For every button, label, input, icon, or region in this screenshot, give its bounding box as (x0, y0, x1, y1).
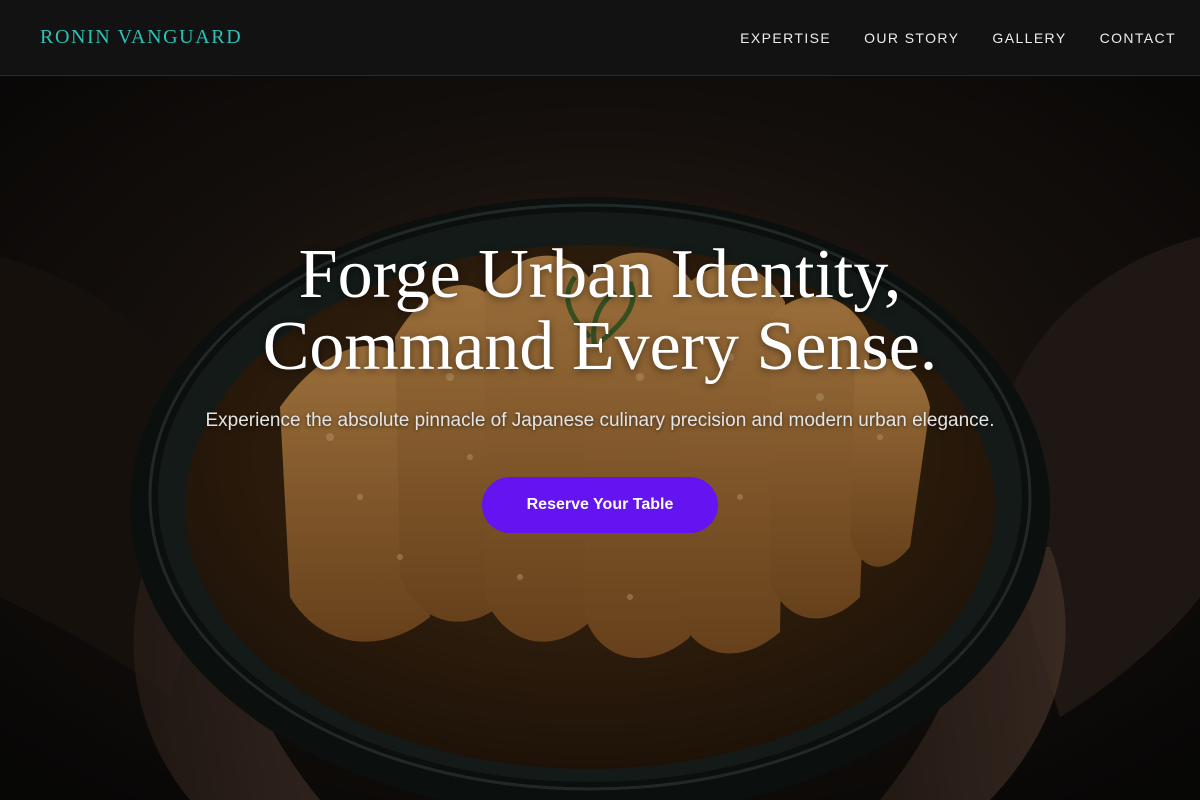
hero-headline-line-2: Command Every Sense. (262, 308, 938, 385)
hero-headline: Forge Urban Identity, Command Every Sens… (0, 239, 1200, 383)
main-nav: EXPERTISE OUR STORY GALLERY CONTACT (740, 30, 1176, 46)
brand-logo[interactable]: RONIN VANGUARD (40, 26, 242, 49)
hero-content: Forge Urban Identity, Command Every Sens… (0, 239, 1200, 533)
hero-section: Forge Urban Identity, Command Every Sens… (0, 77, 1200, 800)
nav-item-our-story[interactable]: OUR STORY (864, 30, 959, 46)
hero-subtext: Experience the absolute pinnacle of Japa… (205, 410, 995, 431)
hero-headline-line-1: Forge Urban Identity, (298, 236, 902, 313)
site-header: RONIN VANGUARD EXPERTISE OUR STORY GALLE… (0, 0, 1200, 76)
nav-item-gallery[interactable]: GALLERY (992, 30, 1066, 46)
reserve-table-button[interactable]: Reserve Your Table (482, 477, 718, 533)
nav-item-expertise[interactable]: EXPERTISE (740, 30, 831, 46)
nav-item-contact[interactable]: CONTACT (1100, 30, 1176, 46)
